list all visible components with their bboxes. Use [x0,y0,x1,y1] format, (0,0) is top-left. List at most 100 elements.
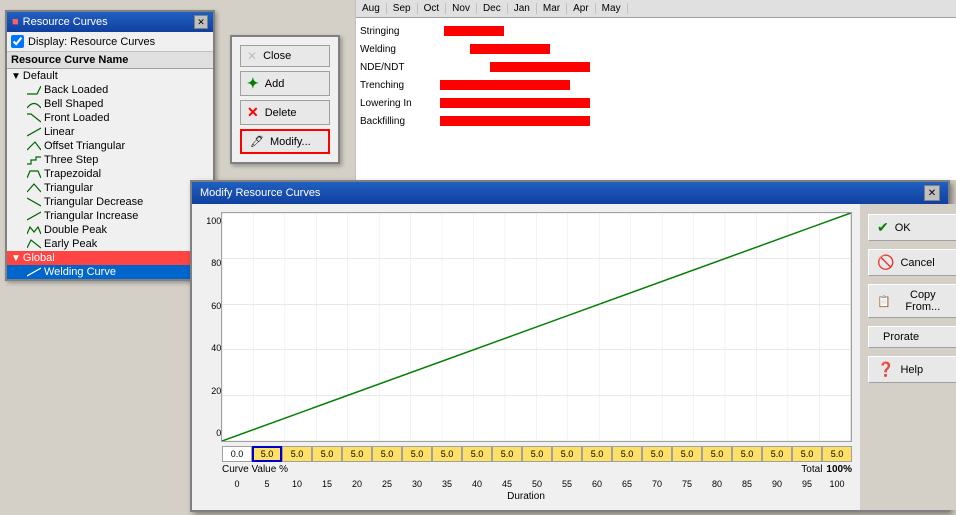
dur-15: 15 [312,479,342,489]
close-label: Close [263,50,291,62]
input-cell-11[interactable]: 5.0 [552,446,582,462]
input-cell-12[interactable]: 5.0 [582,446,612,462]
dur-30: 30 [402,479,432,489]
item-front-loaded[interactable]: Front Loaded [7,111,213,125]
input-cell-0[interactable]: 0.0 [222,446,252,462]
y-label-20: 20 [211,386,221,396]
toolbar-panel: ✕ Close ✦ Add ✕ Delete 🖊 Modify... [230,35,340,164]
input-cell-2[interactable]: 5.0 [282,446,312,462]
total-label: Total [801,464,822,475]
modify-button[interactable]: 🖊 Modify... [240,129,330,154]
dur-95: 95 [792,479,822,489]
display-checkbox[interactable] [11,35,24,48]
task-row-nde: NDE/NDT [356,58,956,76]
input-cell-20[interactable]: 5.0 [822,446,852,462]
input-cell-18[interactable]: 5.0 [762,446,792,462]
dur-65: 65 [612,479,642,489]
input-cell-13[interactable]: 5.0 [612,446,642,462]
input-cell-16[interactable]: 5.0 [702,446,732,462]
cancel-button[interactable]: 🚫 Cancel [868,249,956,276]
cancel-label: Cancel [900,257,934,269]
duration-ticks-row: 0 5 10 15 20 25 30 35 40 45 50 55 60 65 … [222,479,852,489]
input-cell-19[interactable]: 5.0 [792,446,822,462]
item-bell-shaped[interactable]: Bell Shaped [7,97,213,111]
curve-icon [27,225,41,235]
add-button[interactable]: ✦ Add [240,71,330,96]
dur-0: 0 [222,479,252,489]
item-trapezoidal[interactable]: Trapezoidal [7,167,213,181]
rc-window-title: Resource Curves [23,16,108,28]
item-offset-triangular[interactable]: Offset Triangular [7,139,213,153]
item-welding-curve[interactable]: Welding Curve [7,265,213,279]
gantt-bar-nde [490,62,590,72]
gantt-bar-backfilling [440,116,590,126]
item-linear[interactable]: Linear [7,125,213,139]
modify-dialog: Modify Resource Curves ✕ 100 80 60 40 20… [190,180,950,512]
global-group-label: Global [23,252,55,264]
total-value: 100% [826,464,852,475]
dur-10: 10 [282,479,312,489]
curve-value-row: Curve Value % Total 100% [222,464,852,475]
gantt-area: Aug Sep Oct Nov Dec Jan Mar Apr May Stri… [355,0,956,180]
modify-icon: 🖊 [250,135,264,148]
item-triangular[interactable]: Triangular [7,181,213,195]
input-cell-14[interactable]: 5.0 [642,446,672,462]
copy-icon: 📋 [877,295,891,308]
input-cell-7[interactable]: 5.0 [432,446,462,462]
item-double-peak[interactable]: Double Peak [7,223,213,237]
input-cell-1[interactable]: 5.0 [252,446,282,462]
input-cell-4[interactable]: 5.0 [342,446,372,462]
copy-from-button[interactable]: 📋 Copy From... [868,284,956,318]
input-cell-9[interactable]: 5.0 [492,446,522,462]
dur-85: 85 [732,479,762,489]
curve-icon [27,183,41,193]
modify-buttons-panel: ✔ OK 🚫 Cancel 📋 Copy From... Prorate ❓ H… [860,204,956,510]
input-cell-8[interactable]: 5.0 [462,446,492,462]
item-early-peak[interactable]: Early Peak [7,237,213,251]
delete-icon: ✕ [247,104,259,121]
help-label: Help [900,364,923,376]
gantt-bar-trenching [440,80,570,90]
item-triangular-increase[interactable]: Triangular Increase [7,209,213,223]
global-group-header[interactable]: ▼ Global [7,251,213,265]
chart-container [221,212,852,442]
input-cell-6[interactable]: 5.0 [402,446,432,462]
rc-titlebar: ■ Resource Curves ✕ [7,12,213,32]
modify-dialog-title: Modify Resource Curves [200,187,320,199]
close-button[interactable]: ✕ Close [240,45,330,67]
prorate-button[interactable]: Prorate [868,326,956,348]
y-label-40: 40 [211,343,221,353]
item-back-loaded[interactable]: Back Loaded [7,83,213,97]
curve-icon [27,99,41,109]
add-label: Add [265,78,285,90]
input-cell-10[interactable]: 5.0 [522,446,552,462]
input-cell-3[interactable]: 5.0 [312,446,342,462]
delete-label: Delete [265,107,297,119]
expand-icon: ▼ [11,71,21,82]
default-group-header[interactable]: ▼ Default [7,69,213,83]
ok-icon: ✔ [877,219,889,236]
y-label-80: 80 [211,258,221,268]
dur-80: 80 [702,479,732,489]
input-cell-15[interactable]: 5.0 [672,446,702,462]
gantt-bar-welding [470,44,550,54]
curve-icon [27,155,41,165]
item-three-step[interactable]: Three Step [7,153,213,167]
dur-45: 45 [492,479,522,489]
delete-button[interactable]: ✕ Delete [240,100,330,125]
ok-button[interactable]: ✔ OK [868,214,956,241]
item-triangular-decrease[interactable]: Triangular Decrease [7,195,213,209]
dur-55: 55 [552,479,582,489]
modify-close-button[interactable]: ✕ [924,185,940,201]
curve-icon [27,113,41,123]
curve-icon [27,197,41,207]
dur-50: 50 [522,479,552,489]
help-button[interactable]: ❓ Help [868,356,956,383]
input-cell-5[interactable]: 5.0 [372,446,402,462]
input-cell-17[interactable]: 5.0 [732,446,762,462]
add-icon: ✦ [247,75,259,92]
duration-label: Duration [200,491,852,502]
curve-value-label: Curve Value % [222,464,288,475]
rc-close-button[interactable]: ✕ [194,15,208,29]
task-row-lowering: Lowering In [356,94,956,112]
